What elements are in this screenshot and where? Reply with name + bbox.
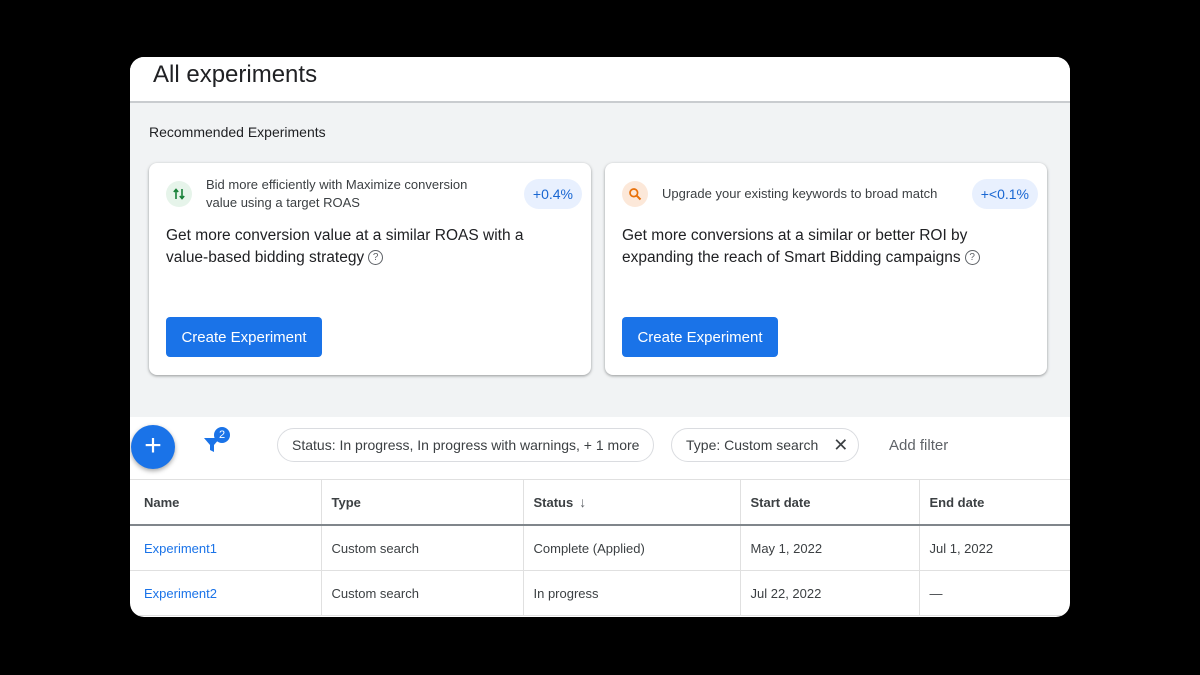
bidding-arrows-icon: [166, 181, 192, 207]
page-header: All experiments: [130, 57, 1070, 103]
recommended-section: Recommended Experiments Bid more efficie…: [130, 103, 1070, 417]
type-filter-label: Type: Custom search: [686, 437, 819, 453]
table-row: Experiment1 Custom search Complete (Appl…: [130, 525, 1070, 571]
experiment-name-link[interactable]: Experiment1: [130, 525, 322, 571]
recommendation-card-broad-match: Upgrade your existing keywords to broad …: [605, 163, 1047, 375]
recommendation-card-bidding: Bid more efficiently with Maximize conve…: [149, 163, 591, 375]
search-icon: [622, 181, 648, 207]
card-headline: Bid more efficiently with Maximize conve…: [206, 177, 468, 210]
plus-icon: +: [144, 429, 162, 462]
uplift-badge: +0.4%: [523, 179, 582, 209]
table-toolbar: + 2 Status: In progress, In progress wit…: [130, 417, 1070, 479]
column-header-type[interactable]: Type: [321, 479, 524, 526]
sort-arrow-icon: ↓: [579, 494, 587, 510]
card-description: Get more conversions at a similar or bet…: [622, 225, 1022, 269]
help-icon[interactable]: ?: [964, 250, 980, 265]
cell-type: Custom search: [321, 525, 524, 571]
add-filter-button[interactable]: Add filter: [889, 437, 948, 454]
uplift-badge: +<0.1%: [971, 179, 1038, 209]
type-filter-chip[interactable]: Type: Custom search ✕: [671, 428, 860, 462]
page-title: All experiments: [153, 61, 318, 88]
experiment-name-link[interactable]: Experiment2: [130, 570, 322, 616]
close-icon[interactable]: ✕: [833, 429, 848, 461]
create-experiment-button[interactable]: Create Experiment: [622, 317, 778, 357]
table-header-row: Name Type Status ↓ Start date End date: [130, 479, 1070, 526]
column-header-name[interactable]: Name: [130, 479, 322, 526]
column-header-end-date[interactable]: End date: [919, 479, 1070, 526]
cell-start-date: May 1, 2022: [740, 525, 920, 571]
column-header-status[interactable]: Status ↓: [523, 479, 741, 526]
experiments-table: Name Type Status ↓ Start date End date Ex…: [130, 479, 1070, 616]
card-headline: Upgrade your existing keywords to broad …: [662, 186, 938, 201]
help-icon[interactable]: ?: [368, 250, 384, 265]
card-description: Get more conversion value at a similar R…: [166, 225, 566, 269]
card-description-text: Get more conversions at a similar or bet…: [622, 227, 968, 266]
cell-status: Complete (Applied): [523, 525, 741, 571]
card-description-text: Get more conversion value at a similar R…: [166, 227, 524, 266]
cell-end-date: Jul 1, 2022: [919, 525, 1070, 571]
table-row: Experiment2 Custom search In progress Ju…: [130, 570, 1070, 616]
status-filter-chip[interactable]: Status: In progress, In progress with wa…: [277, 428, 655, 462]
column-header-start-date[interactable]: Start date: [740, 479, 920, 526]
experiments-window: All experiments Recommended Experiments …: [130, 57, 1070, 617]
cell-end-date: —: [919, 570, 1070, 616]
recommended-title: Recommended Experiments: [149, 124, 326, 140]
column-header-status-label: Status: [533, 495, 574, 510]
cell-status: In progress: [523, 570, 741, 616]
create-experiment-button[interactable]: Create Experiment: [166, 317, 322, 357]
add-experiment-button[interactable]: +: [131, 425, 175, 469]
cell-start-date: Jul 22, 2022: [740, 570, 920, 616]
filter-count-badge: 2: [214, 427, 230, 443]
cell-type: Custom search: [321, 570, 524, 616]
